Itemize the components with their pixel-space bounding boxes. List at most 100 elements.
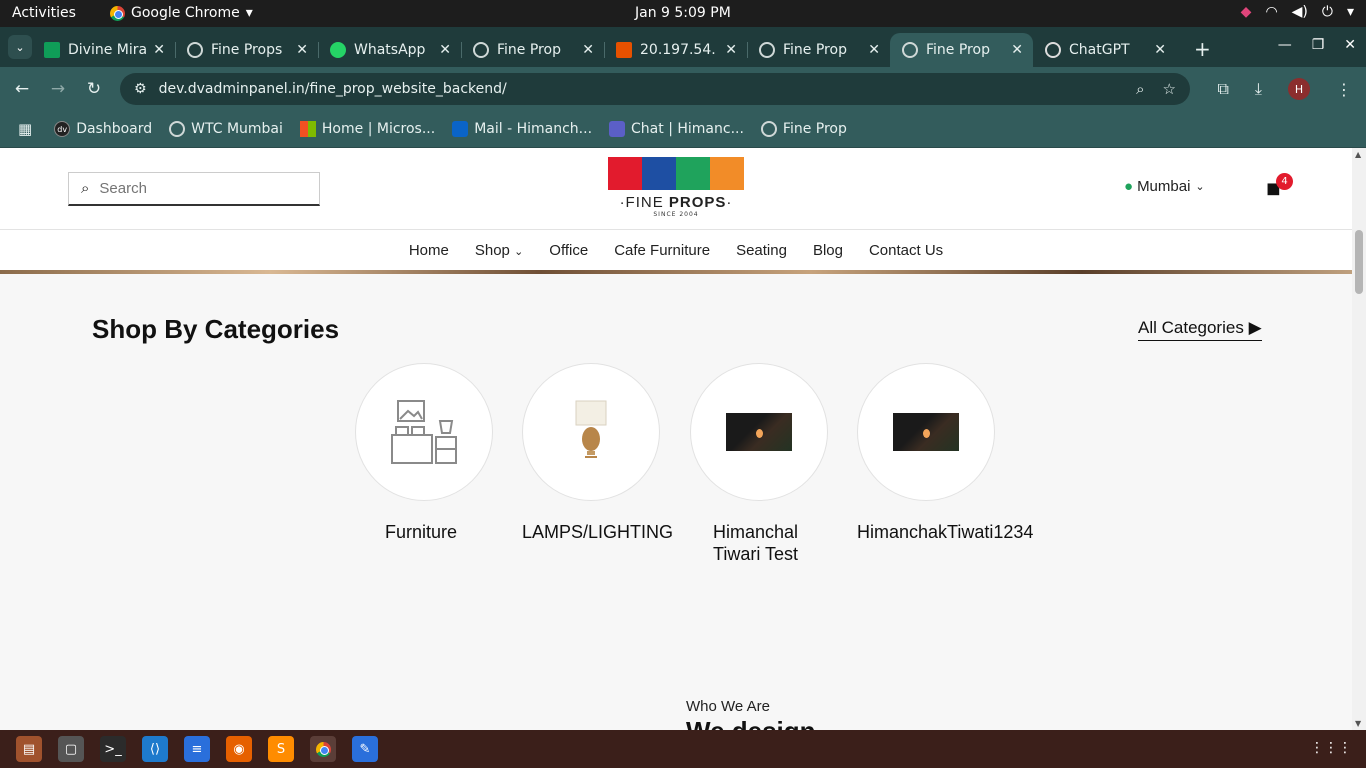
category-image[interactable] (857, 363, 995, 501)
tab-server[interactable]: 20.197.54. ✕ (604, 33, 748, 67)
nav-shop[interactable]: Shop ⌄ (475, 242, 523, 259)
bookmark-microsoft[interactable]: Home | Micros... (299, 121, 435, 137)
firefox-icon[interactable]: ◉ (226, 736, 252, 762)
close-icon[interactable]: ✕ (296, 42, 308, 58)
terminal-icon[interactable]: >_ (100, 736, 126, 762)
who-we-are-heading: We design (686, 716, 816, 730)
tab-title: Fine Props (211, 42, 283, 58)
forward-arrow-icon[interactable]: → (40, 79, 76, 99)
address-bar[interactable]: ⚙ dev.dvadminpanel.in/fine_prop_website_… (120, 73, 1190, 105)
text-editor-icon[interactable]: ≡ (184, 736, 210, 762)
site-search[interactable]: ⌕ (68, 172, 320, 206)
dv-icon: dv (54, 121, 71, 137)
tab-fine-prop-active[interactable]: Fine Prop ✕ (890, 33, 1033, 67)
nav-seating[interactable]: Seating (736, 242, 787, 259)
apps-grid-icon[interactable]: ▦ (18, 120, 32, 138)
close-icon[interactable]: ✕ (582, 42, 594, 58)
system-tray[interactable]: ◆ ◠ ◀) ⏻ ▾ (1241, 4, 1354, 20)
category-himanchaktiwati1234[interactable]: HimanchakTiwati1234 (857, 363, 1057, 543)
close-icon[interactable]: ✕ (1011, 42, 1023, 58)
nav-office[interactable]: Office (549, 242, 588, 259)
activities-button[interactable]: Activities (12, 5, 76, 21)
location-selector[interactable]: ● Mumbai ⌄ (1124, 178, 1205, 195)
app-menu[interactable]: Google Chrome ▾ (110, 5, 253, 21)
tab-title: Fine Prop (783, 42, 847, 58)
tab-title: Divine Mira (68, 42, 148, 58)
nav-home[interactable]: Home (409, 242, 449, 259)
bookmark-star-icon[interactable]: ☆ (1163, 80, 1176, 98)
category-image[interactable] (522, 363, 660, 501)
reload-icon[interactable]: ↻ (76, 79, 112, 99)
close-icon[interactable]: ✕ (725, 42, 737, 58)
tab-fine-prop-2[interactable]: Fine Prop ✕ (747, 33, 890, 67)
tab-whatsapp[interactable]: WhatsApp ✕ (318, 33, 462, 67)
who-we-are-label: Who We Are (686, 698, 770, 715)
tab-fine-props[interactable]: Fine Props ✕ (175, 33, 319, 67)
url-text[interactable]: dev.dvadminpanel.in/fine_prop_website_ba… (159, 81, 1137, 97)
site-header: ⌕ ·FINE PROPS· SINCE 2004 ● Mumbai ⌄ ◼ 4 (0, 148, 1352, 230)
show-apps-icon[interactable]: ⋮⋮⋮ (1310, 740, 1352, 756)
tab-chatgpt[interactable]: ChatGPT ✕ (1033, 33, 1176, 67)
close-icon[interactable]: ✕ (153, 42, 165, 58)
search-input[interactable] (99, 180, 300, 197)
status-app-icon[interactable]: ◆ (1241, 4, 1252, 20)
chatgpt-icon (1045, 42, 1061, 58)
scroll-up-arrow-icon[interactable]: ▲ (1355, 150, 1361, 159)
nav-cafe-furniture[interactable]: Cafe Furniture (614, 242, 710, 259)
all-categories-link[interactable]: All Categories ▶ (1138, 318, 1262, 341)
tab-fine-prop-1[interactable]: Fine Prop ✕ (461, 33, 605, 67)
notes-icon[interactable]: ✎ (352, 736, 378, 762)
extensions-icon[interactable]: ⧉ (1217, 79, 1228, 99)
search-icon: ⌕ (81, 180, 90, 197)
page-scrollbar[interactable]: ▲ ▼ (1352, 148, 1366, 730)
zoom-icon[interactable]: ⌕ (1136, 80, 1144, 98)
close-icon[interactable]: ✕ (868, 42, 880, 58)
download-icon[interactable]: ⤓ (1255, 79, 1262, 99)
bookmark-wtc-mumbai[interactable]: WTC Mumbai (169, 121, 283, 137)
category-image[interactable] (355, 363, 493, 501)
browser-toolbar: ← → ↻ ⚙ dev.dvadminpanel.in/fine_prop_we… (0, 67, 1366, 111)
section-title: Shop By Categories (92, 314, 340, 344)
site-info-icon[interactable]: ⚙ (134, 81, 147, 97)
close-window-icon[interactable]: ✕ (1344, 37, 1356, 53)
new-tab-button[interactable]: + (1194, 37, 1211, 61)
back-arrow-icon[interactable]: ← (4, 79, 40, 99)
minimize-icon[interactable]: — (1278, 37, 1292, 53)
close-icon[interactable]: ✕ (439, 42, 451, 58)
category-image[interactable] (690, 363, 828, 501)
category-label[interactable]: Himanchal Tiwari Test (713, 521, 813, 565)
clock[interactable]: Jan 9 5:09 PM (635, 5, 731, 21)
category-label[interactable]: HimanchakTiwati1234 (857, 521, 1057, 543)
chrome-dock-icon[interactable] (310, 736, 336, 762)
bookmark-label: Fine Prop (782, 121, 847, 137)
files-app-icon[interactable]: ▤ (16, 736, 42, 762)
close-icon[interactable]: ✕ (1154, 42, 1166, 58)
bookmark-label: Mail - Himanch... (474, 121, 593, 137)
scroll-down-arrow-icon[interactable]: ▼ (1355, 719, 1361, 728)
fine-props-logo[interactable]: ·FINE PROPS· SINCE 2004 (608, 157, 744, 221)
nav-blog[interactable]: Blog (813, 242, 843, 259)
globe-icon (760, 121, 777, 137)
menu-kebab-icon[interactable]: ⋮ (1336, 80, 1352, 99)
sublime-icon[interactable]: S (268, 736, 294, 762)
maximize-icon[interactable]: ❐ (1312, 37, 1325, 53)
bookmark-dashboard[interactable]: dv Dashboard (54, 121, 152, 137)
file-manager-icon[interactable]: ▢ (58, 736, 84, 762)
tab-title: Fine Prop (926, 42, 990, 58)
vscode-icon[interactable]: ⟨⟩ (142, 736, 168, 762)
cart-button[interactable]: ◼ 4 (1266, 173, 1293, 199)
bookmark-fine-prop[interactable]: Fine Prop (760, 121, 847, 137)
server-icon (616, 42, 632, 58)
profile-avatar[interactable]: H (1288, 78, 1310, 100)
chevron-down-icon: ▾ (1346, 4, 1354, 20)
chevron-down-icon: ⌄ (514, 245, 524, 258)
bookmark-chat[interactable]: Chat | Himanc... (609, 121, 744, 137)
nav-contact-us[interactable]: Contact Us (869, 242, 943, 259)
tab-divine-mira[interactable]: Divine Mira ✕ (32, 33, 176, 67)
candle-image (893, 413, 959, 451)
tab-search-button[interactable]: ⌄ (8, 35, 32, 59)
scrollbar-thumb[interactable] (1355, 230, 1363, 294)
bookmark-mail[interactable]: Mail - Himanch... (452, 121, 592, 137)
whatsapp-icon (330, 42, 346, 58)
bookmark-label: WTC Mumbai (191, 121, 283, 137)
